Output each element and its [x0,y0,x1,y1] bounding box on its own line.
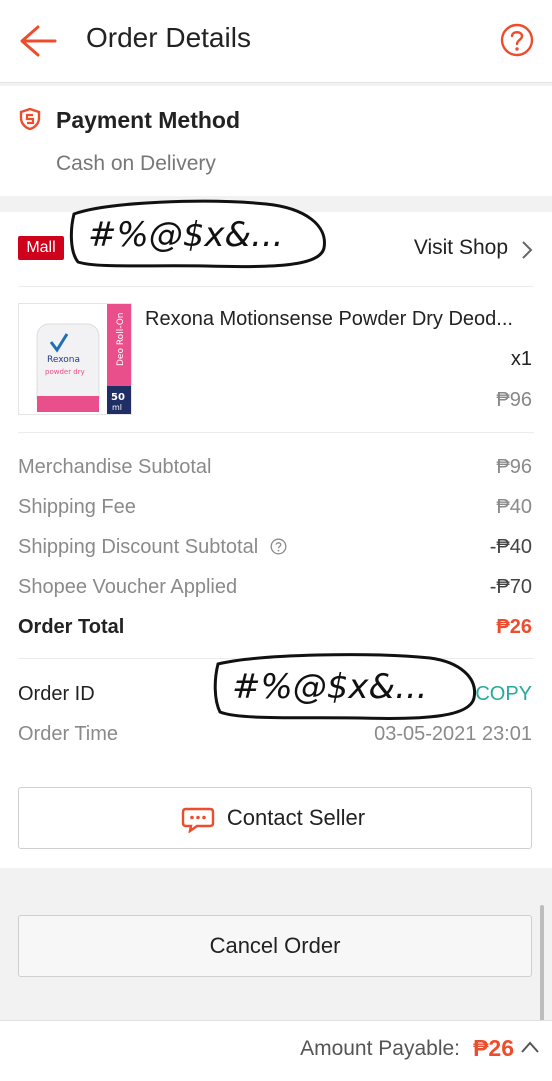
cancel-order-button[interactable]: Cancel Order [18,915,532,977]
bottom-bar [0,1020,552,1081]
app-header: Order Details [0,0,552,83]
help-icon[interactable] [500,23,534,57]
thumb-unit: ml [112,403,122,412]
shield-icon [19,107,41,131]
back-arrow-icon[interactable] [18,24,58,58]
merchandise-subtotal-value: ₱96 [496,456,532,478]
thumb-size: 50 [111,392,125,403]
chevron-right-icon[interactable] [520,240,534,260]
redacted-order-id-text: #%@$x&... [232,667,427,707]
shipping-fee-label: Shipping Fee [18,496,136,518]
voucher-value: -₱70 [489,576,532,598]
product-quantity: x1 [510,348,532,370]
mall-badge: Mall [18,236,64,260]
chevron-up-icon[interactable] [520,1040,540,1054]
contact-seller-button[interactable]: Contact Seller [18,787,532,849]
redacted-order-id: #%@$x&... [213,653,477,720]
divider [18,286,534,287]
copy-button[interactable]: COPY [475,683,532,706]
contact-seller-label: Contact Seller [226,805,366,830]
payment-method-title: Payment Method [56,107,241,133]
product-price: ₱96 [496,389,532,411]
order-time-value: 03-05-2021 23:01 [374,723,532,745]
redacted-shop-name: #%@$x&... [69,199,326,269]
payment-method-value: Cash on Delivery [56,152,216,175]
order-total-value: ₱26 [496,616,532,638]
thumb-variant: powder dry [45,368,85,376]
product-name[interactable]: Rexona Motionsense Powder Dry Deod... [145,308,533,331]
order-id-label: Order ID [18,683,95,705]
shipping-fee-value: ₱40 [496,496,532,518]
thumb-brand: Rexona [47,355,80,365]
amount-payable-value: ₱26 [473,1035,514,1061]
shipping-discount-value: -₱40 [489,536,532,558]
shipping-discount-row: Shipping Discount Subtotal [18,536,287,559]
order-total-label: Order Total [18,616,125,638]
payment-section [0,86,552,196]
order-time-label: Order Time [18,723,119,745]
product-thumbnail[interactable]: Rexona powder dry Deo Roll-On 50 ml [18,303,132,415]
thumb-tag: Deo Roll-On [116,313,126,366]
voucher-label: Shopee Voucher Applied [18,576,238,598]
merchandise-subtotal-label: Merchandise Subtotal [18,456,212,478]
cancel-order-label: Cancel Order [209,933,341,958]
visit-shop-link[interactable]: Visit Shop [414,236,508,260]
page-title: Order Details [86,22,251,53]
amount-payable-label: Amount Payable: [300,1037,460,1060]
divider [18,432,534,433]
info-icon[interactable] [270,538,287,555]
shipping-discount-label: Shipping Discount Subtotal [18,536,259,558]
redacted-shop-text: #%@$x&... [88,215,283,255]
scrollbar[interactable] [540,905,544,1025]
